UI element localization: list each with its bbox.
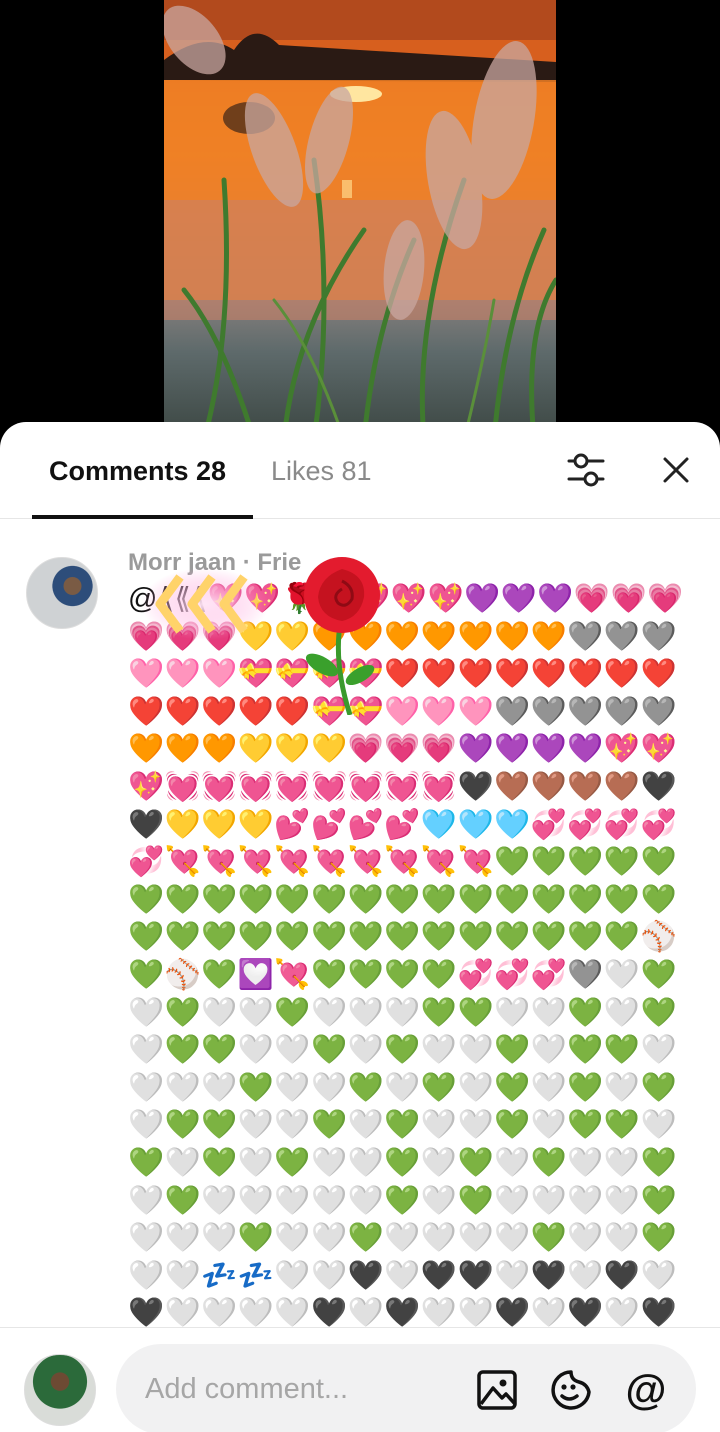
rose-sticker: [304, 557, 380, 715]
sparkle-chevron-sticker: [141, 568, 269, 640]
image-icon: [477, 1370, 517, 1410]
emoji-button[interactable]: [549, 1368, 593, 1412]
at-icon: @: [625, 1366, 667, 1413]
tab-likes[interactable]: Likes 81: [271, 455, 372, 487]
commenter-avatar[interactable]: [26, 557, 98, 629]
mention-button[interactable]: @: [624, 1368, 668, 1412]
sheet-tabs: Comments 28 Likes 81: [0, 422, 720, 519]
filter-button[interactable]: [566, 450, 606, 490]
close-icon: [663, 457, 689, 483]
comment-input[interactable]: [116, 1344, 696, 1432]
emoji-sticker-icon: [551, 1370, 591, 1410]
comment-input-bar: @: [0, 1327, 720, 1432]
video-player[interactable]: [0, 0, 720, 440]
close-button[interactable]: [656, 450, 696, 490]
comments-sheet: Comments 28 Likes 81 Morr jaan · Frie @⟪…: [0, 422, 720, 1432]
sliders-icon: [567, 453, 605, 487]
user-avatar: [24, 1354, 96, 1426]
comment-item[interactable]: Morr jaan · Frie @⟪⟪⟪💖💖🌹💖💖💖💖💜💜💜💗💗💗💗💗💗💛💛🧡…: [0, 519, 720, 1327]
video-thumbnail-sunset: [164, 0, 556, 440]
comment-text: @⟪⟪⟪💖💖🌹💖💖💖💖💜💜💜💗💗💗💗💗💗💛💛🧡🧡🧡🧡🧡🧡🧡🩶🩶🩶🩷🩷🩷💝💝💝💝❤…: [128, 583, 684, 1327]
tab-comments[interactable]: Comments 28: [49, 455, 226, 487]
add-image-button[interactable]: [475, 1368, 519, 1412]
